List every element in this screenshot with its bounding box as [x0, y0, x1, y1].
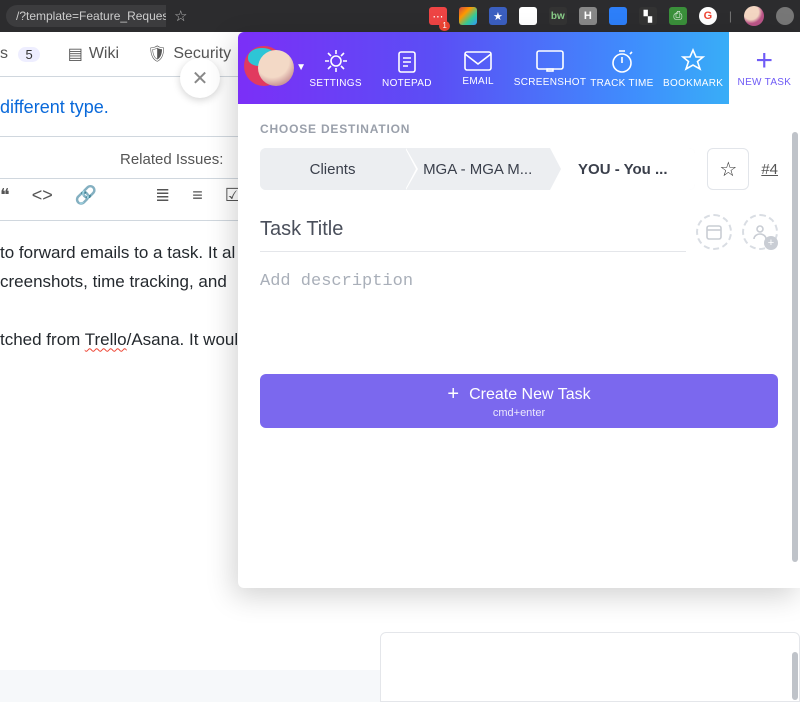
favorite-toggle[interactable]: ☆ — [707, 148, 749, 190]
ext-icon-9[interactable]: ⎙ — [669, 7, 687, 25]
tab-newtask[interactable]: + NEW TASK — [729, 32, 800, 104]
close-button[interactable]: ✕ — [180, 58, 220, 98]
panel-header: ▼ SETTINGS NOTEPAD EMAIL SCREENSHOT TRAC… — [238, 32, 800, 104]
chevron-down-icon: ▼ — [296, 62, 306, 73]
close-icon: ✕ — [192, 66, 209, 91]
clickup-panel: ▼ SETTINGS NOTEPAD EMAIL SCREENSHOT TRAC… — [238, 32, 800, 588]
ext-icon-10[interactable]: G — [699, 7, 717, 25]
tab-screenshot[interactable]: SCREENSHOT — [514, 32, 586, 104]
star-outline-icon: ☆ — [719, 157, 737, 182]
ext-icon-5[interactable]: bw — [549, 7, 567, 25]
plus-icon: + — [756, 49, 774, 73]
crumb-space[interactable]: Clients — [260, 148, 405, 190]
bookmark-star-icon[interactable]: ☆ — [174, 7, 187, 25]
ext-icon-7[interactable] — [609, 7, 627, 25]
crumb-folder[interactable]: MGA - MGA M... — [405, 148, 550, 190]
url-text: /?template=Feature_Request.md — [16, 9, 166, 23]
create-shortcut: cmd+enter — [493, 407, 545, 419]
assignee-button[interactable] — [742, 214, 778, 250]
task-description-input[interactable] — [260, 258, 778, 369]
ext-badge: 1 — [439, 21, 449, 31]
create-task-button[interactable]: + Create New Task cmd+enter — [260, 374, 778, 428]
ol-icon[interactable]: ≡ — [192, 185, 203, 206]
tab-tracktime[interactable]: TRACK TIME — [586, 32, 657, 104]
profile-avatar-icon[interactable] — [744, 6, 764, 26]
email-icon — [463, 50, 493, 72]
star-icon — [680, 48, 706, 74]
guest-avatar-icon[interactable] — [776, 7, 794, 25]
panel-body: CHOOSE DESTINATION ●●● Clients MGA - MGA… — [238, 104, 800, 588]
crumb-list[interactable]: YOU - You ... — [550, 148, 695, 190]
tab-wiki[interactable]: ▤Wiki — [68, 44, 119, 64]
ext-icon-8[interactable]: ▚ — [639, 7, 657, 25]
code-icon[interactable]: <> — [32, 185, 53, 206]
ext-icon-6[interactable]: H — [579, 7, 597, 25]
person-icon — [752, 224, 768, 240]
panel-scrollbar[interactable] — [792, 132, 798, 562]
destination-breadcrumb[interactable]: Clients MGA - MGA M... YOU - You ... — [260, 148, 695, 190]
browser-toolbar: /?template=Feature_Request.md ☆ ⋯1 ★ ✿ b… — [0, 0, 800, 32]
tab-bookmark[interactable]: BOOKMARK — [658, 32, 729, 104]
ext-icon-1[interactable]: ⋯1 — [429, 7, 447, 25]
extension-icons: ⋯1 ★ ✿ bw H ▚ ⎙ G | — [429, 6, 794, 26]
notepad-icon — [395, 48, 419, 74]
issues-count: 5 — [18, 47, 39, 62]
stopwatch-icon — [609, 48, 635, 74]
ext-icon-3[interactable]: ★ — [489, 7, 507, 25]
url-bar[interactable]: /?template=Feature_Request.md — [6, 5, 166, 27]
create-label: Create New Task — [469, 386, 591, 404]
link-icon[interactable]: 🔗 — [75, 185, 97, 206]
gear-icon — [323, 48, 349, 74]
due-date-button[interactable] — [696, 214, 732, 250]
workspace-avatar[interactable]: ▼ — [238, 32, 300, 104]
plus-icon: + — [447, 383, 459, 406]
ext-icon-2[interactable] — [459, 7, 477, 25]
quote-icon[interactable]: ❝ — [0, 185, 10, 206]
calendar-icon — [705, 223, 723, 241]
tab-notepad[interactable]: NOTEPAD — [371, 32, 442, 104]
ul-icon[interactable]: ≣ — [155, 185, 170, 206]
page-scrollbar[interactable] — [792, 652, 798, 700]
tab-settings[interactable]: SETTINGS — [300, 32, 371, 104]
tab-email[interactable]: EMAIL — [443, 32, 514, 104]
task-number[interactable]: #4 — [761, 161, 778, 178]
tab-issues[interactable]: s 5 — [0, 45, 40, 63]
secondary-panel — [380, 632, 800, 702]
choose-destination-label: CHOOSE DESTINATION — [260, 122, 778, 136]
trello-word: Trello — [85, 330, 127, 349]
screenshot-icon — [535, 49, 565, 73]
task-title-input[interactable] — [260, 212, 686, 252]
ext-icon-4[interactable]: ✿ — [519, 7, 537, 25]
